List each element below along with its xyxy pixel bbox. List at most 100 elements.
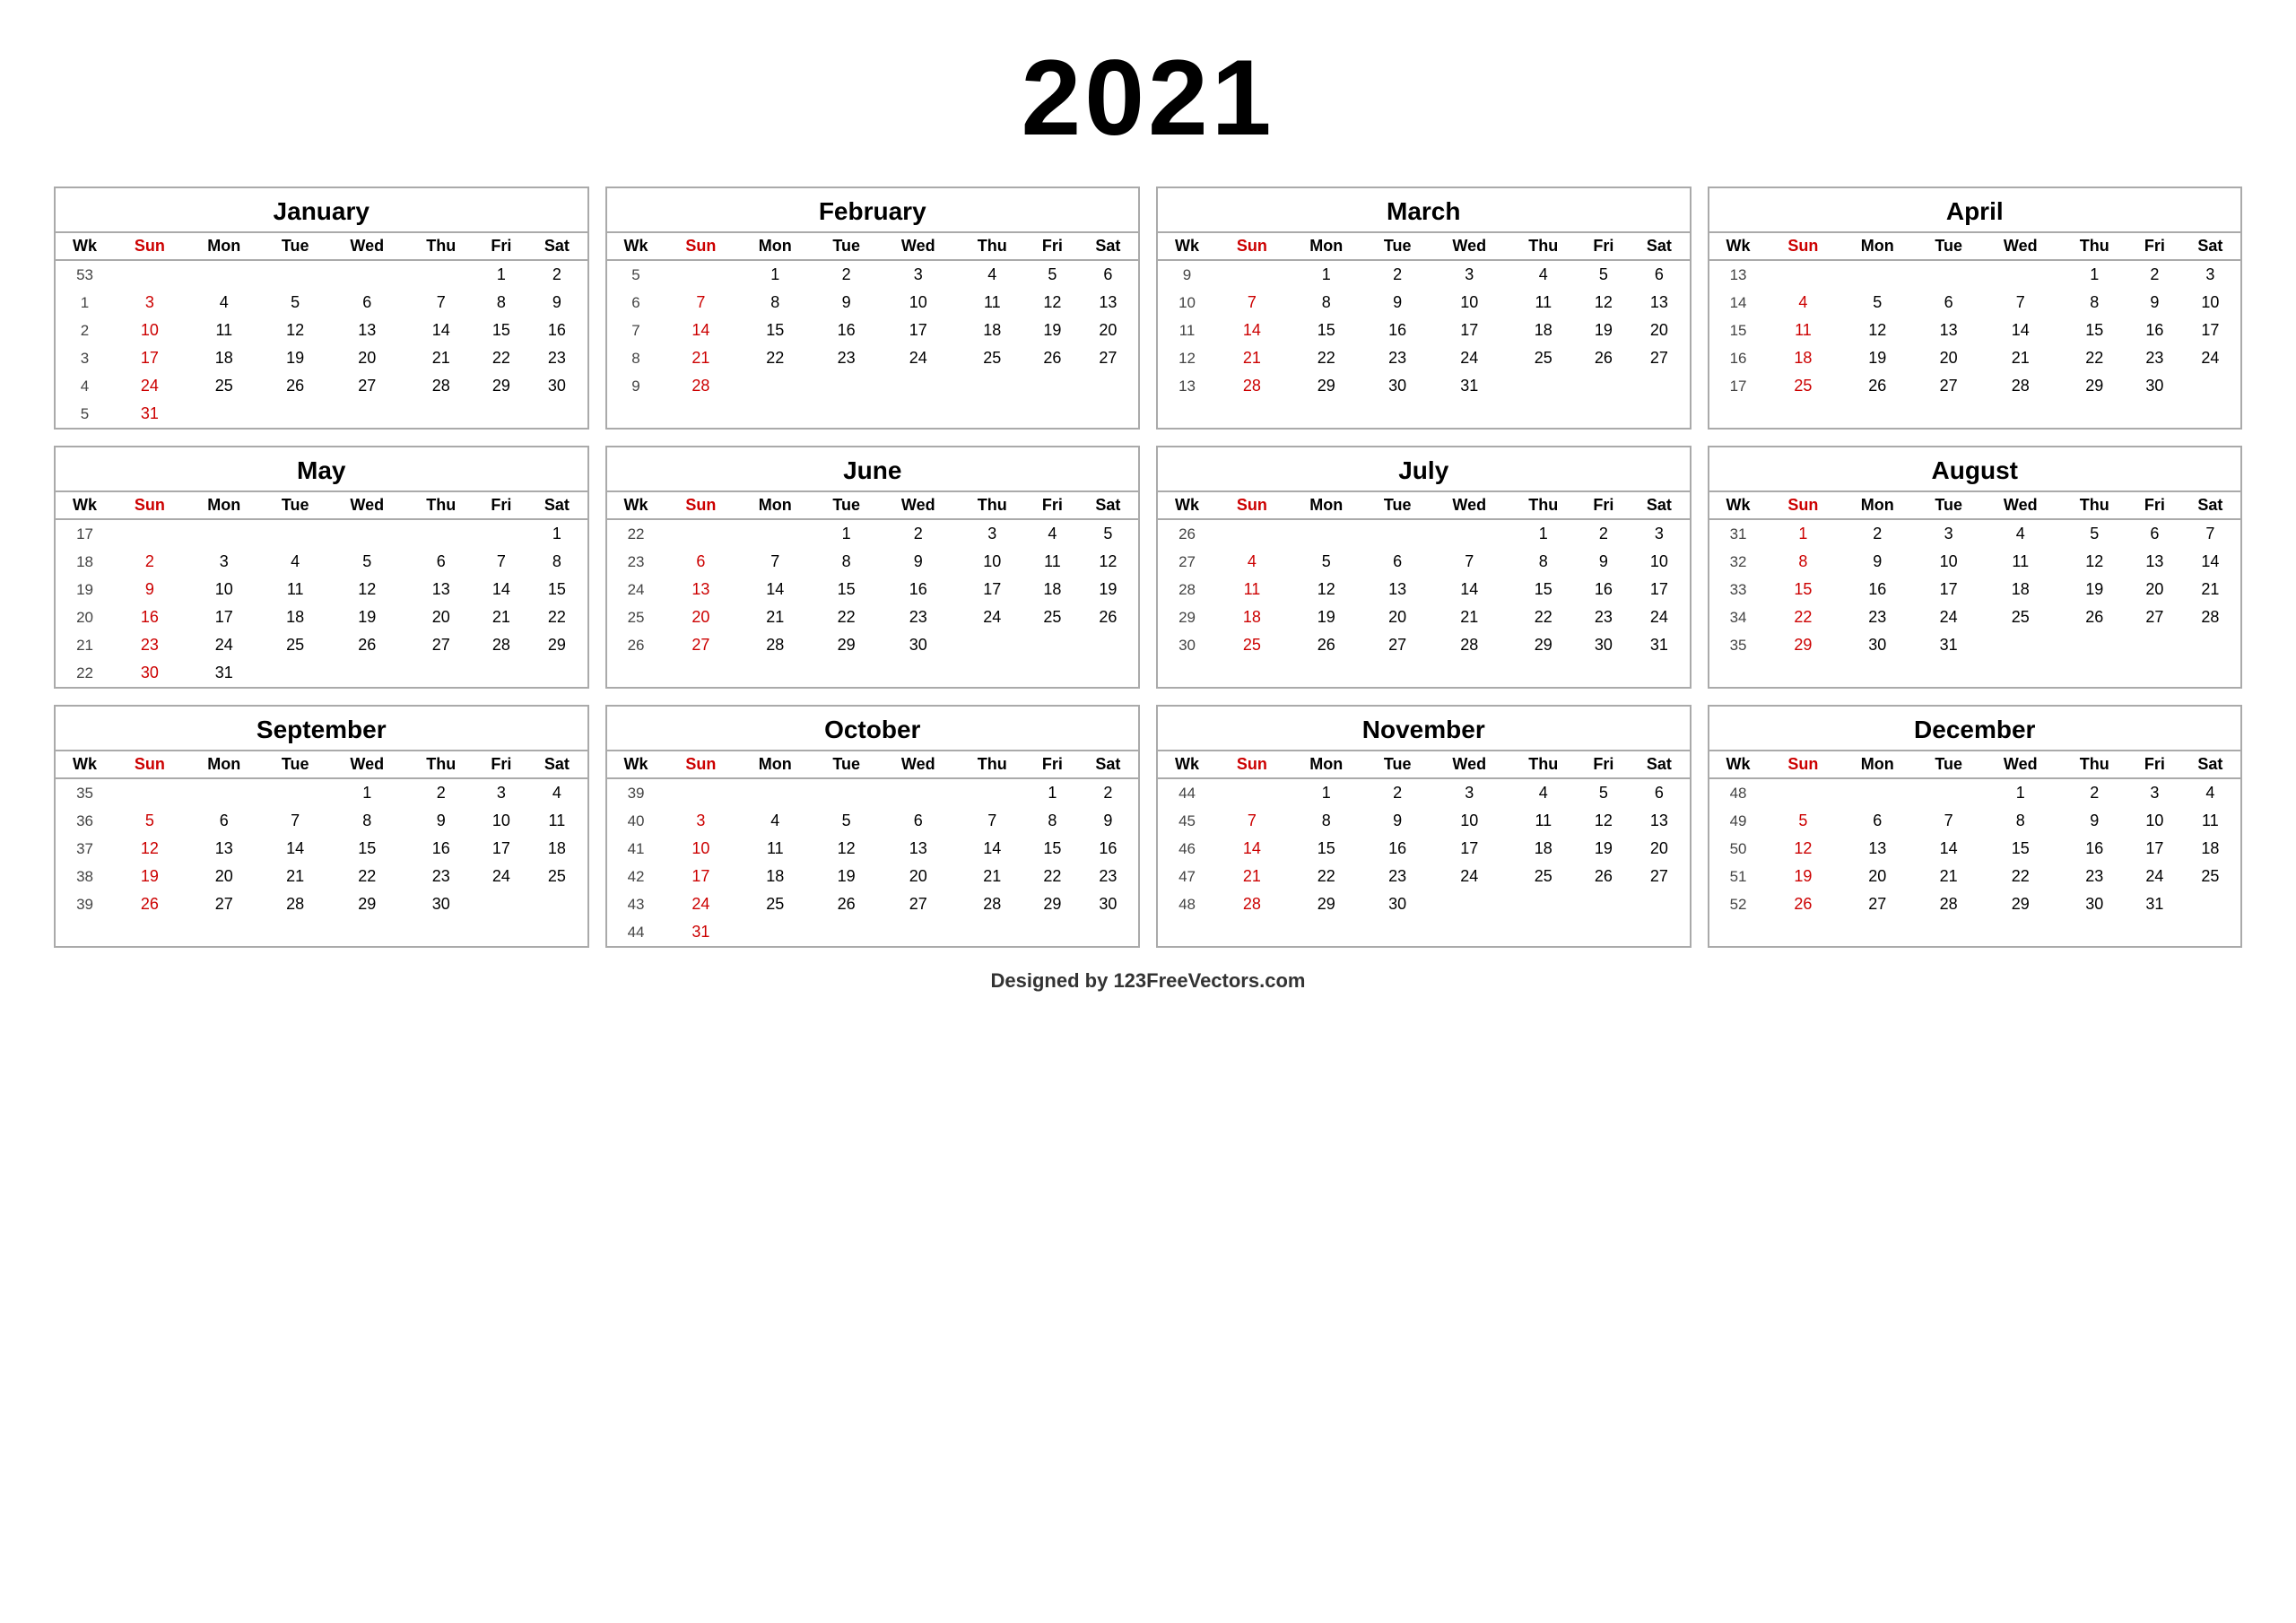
week-number: 53 <box>56 260 114 289</box>
day-cell <box>1509 890 1578 918</box>
day-header-wk: Wk <box>1158 232 1216 260</box>
day-cell <box>1578 372 1630 400</box>
day-cell <box>406 918 476 927</box>
day-cell: 13 <box>1365 576 1431 603</box>
day-cell: 8 <box>476 289 527 317</box>
day-cell: 9 <box>1365 807 1431 835</box>
week-row: 2627282930 <box>607 631 1139 659</box>
day-cell <box>1431 400 1509 409</box>
day-cell: 10 <box>2180 289 2240 317</box>
day-cell: 3 <box>2129 778 2180 807</box>
week-row: 4110111213141516 <box>607 835 1139 863</box>
day-header-fri: Fri <box>1578 491 1630 519</box>
week-row: 223031 <box>56 659 587 687</box>
week-number: 26 <box>607 631 665 659</box>
day-header-sun: Sun <box>1768 491 1839 519</box>
day-cell: 23 <box>2059 863 2129 890</box>
day-cell: 14 <box>263 835 328 863</box>
week-number: 44 <box>1158 778 1216 807</box>
day-cell: 17 <box>957 576 1027 603</box>
week-row <box>1709 659 2241 668</box>
day-cell: 19 <box>1288 603 1365 631</box>
day-cell: 17 <box>1431 317 1509 344</box>
day-cell: 27 <box>2129 603 2180 631</box>
day-cell: 23 <box>406 863 476 890</box>
footer-brand: 123FreeVectors.com <box>1113 969 1305 992</box>
day-cell: 23 <box>813 344 879 372</box>
day-cell: 6 <box>1916 289 1981 317</box>
week-number: 39 <box>56 890 114 918</box>
day-header-tue: Tue <box>1916 232 1981 260</box>
day-cell: 9 <box>406 807 476 835</box>
day-cell: 19 <box>813 863 879 890</box>
day-cell <box>879 659 957 668</box>
day-cell: 30 <box>1578 631 1630 659</box>
day-cell: 13 <box>1629 289 1689 317</box>
day-cell: 29 <box>526 631 587 659</box>
day-cell <box>1981 260 2059 289</box>
day-cell <box>1981 918 2059 927</box>
day-header-tue: Tue <box>813 491 879 519</box>
day-cell: 9 <box>1839 548 1916 576</box>
week-number <box>1158 659 1216 668</box>
day-cell <box>2129 631 2180 659</box>
day-header-mon: Mon <box>1839 232 1916 260</box>
day-cell: 29 <box>1981 890 2059 918</box>
day-cell: 25 <box>526 863 587 890</box>
day-header-mon: Mon <box>1288 232 1365 260</box>
day-cell: 20 <box>1365 603 1431 631</box>
day-header-fri: Fri <box>2129 751 2180 778</box>
day-cell: 9 <box>114 576 186 603</box>
week-number: 18 <box>56 548 114 576</box>
day-header-wk: Wk <box>607 232 665 260</box>
day-header-sat: Sat <box>1078 491 1138 519</box>
day-cell: 5 <box>1288 548 1365 576</box>
day-cell: 13 <box>186 835 263 863</box>
week-row: 13456789 <box>56 289 587 317</box>
day-cell: 16 <box>114 603 186 631</box>
day-cell: 9 <box>813 289 879 317</box>
day-cell: 8 <box>1981 807 2059 835</box>
week-row: 52262728293031 <box>1709 890 2241 918</box>
day-cell: 15 <box>2059 317 2129 344</box>
day-cell <box>186 519 263 548</box>
day-cell: 15 <box>1288 835 1365 863</box>
day-cell: 1 <box>1981 778 2059 807</box>
week-row: 35293031 <box>1709 631 2241 659</box>
day-header-sun: Sun <box>1768 232 1839 260</box>
week-row <box>1158 400 1690 409</box>
day-cell: 6 <box>879 807 957 835</box>
day-cell: 4 <box>1027 519 1078 548</box>
day-cell: 13 <box>2129 548 2180 576</box>
week-number: 35 <box>56 778 114 807</box>
week-row: 5012131415161718 <box>1709 835 2241 863</box>
day-cell <box>813 659 879 668</box>
week-number: 42 <box>607 863 665 890</box>
day-cell <box>1027 659 1078 668</box>
day-cell: 31 <box>2129 890 2180 918</box>
day-header-wed: Wed <box>1981 751 2059 778</box>
day-cell: 27 <box>1839 890 1916 918</box>
day-cell: 28 <box>1431 631 1509 659</box>
week-row: 49567891011 <box>1709 807 2241 835</box>
week-number: 30 <box>1158 631 1216 659</box>
week-number: 12 <box>1158 344 1216 372</box>
day-cell: 21 <box>957 863 1027 890</box>
day-cell <box>476 918 527 927</box>
day-cell: 23 <box>114 631 186 659</box>
day-cell <box>957 918 1027 946</box>
day-cell <box>1768 918 1839 927</box>
day-cell: 25 <box>1027 603 1078 631</box>
day-cell: 20 <box>665 603 737 631</box>
day-header-wed: Wed <box>1431 751 1509 778</box>
week-number: 9 <box>1158 260 1216 289</box>
day-cell: 5 <box>263 289 328 317</box>
week-row: 3912 <box>607 778 1139 807</box>
day-header-sat: Sat <box>1629 751 1689 778</box>
day-cell <box>1078 372 1138 400</box>
day-cell: 12 <box>813 835 879 863</box>
day-cell: 26 <box>1027 344 1078 372</box>
day-cell <box>1629 400 1689 409</box>
day-cell <box>1078 659 1138 668</box>
day-cell: 20 <box>1629 835 1689 863</box>
